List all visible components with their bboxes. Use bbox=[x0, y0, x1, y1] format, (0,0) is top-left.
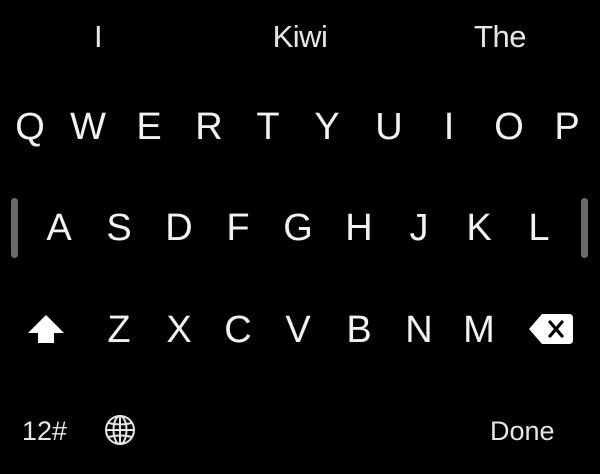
delete-key[interactable] bbox=[527, 312, 575, 346]
key-q[interactable]: Q bbox=[1, 97, 59, 157]
key-j[interactable]: J bbox=[390, 198, 448, 258]
key-x[interactable]: X bbox=[150, 300, 208, 360]
suggestion-3[interactable]: The bbox=[450, 16, 550, 58]
key-o[interactable]: O bbox=[480, 97, 538, 157]
key-v[interactable]: V bbox=[269, 300, 327, 360]
key-a[interactable]: A bbox=[30, 198, 88, 258]
key-p[interactable]: P bbox=[538, 97, 596, 157]
done-key[interactable]: Done bbox=[490, 411, 555, 451]
globe-icon bbox=[105, 415, 135, 445]
key-w[interactable]: W bbox=[59, 97, 117, 157]
suggestion-2[interactable]: Kiwi bbox=[250, 16, 350, 58]
left-scroll-indicator[interactable] bbox=[11, 198, 18, 258]
key-y[interactable]: Y bbox=[298, 97, 356, 157]
key-k[interactable]: K bbox=[450, 198, 508, 258]
key-b[interactable]: B bbox=[330, 300, 388, 360]
key-t[interactable]: T bbox=[239, 97, 297, 157]
key-u[interactable]: U bbox=[360, 97, 418, 157]
shift-arrow-icon bbox=[28, 315, 64, 343]
key-i[interactable]: I bbox=[420, 97, 478, 157]
suggestion-1[interactable]: I bbox=[68, 16, 128, 58]
key-e[interactable]: E bbox=[120, 97, 178, 157]
delete-backspace-icon bbox=[529, 314, 573, 344]
key-h[interactable]: H bbox=[330, 198, 388, 258]
key-g[interactable]: G bbox=[269, 198, 327, 258]
key-l[interactable]: L bbox=[510, 198, 568, 258]
key-n[interactable]: N bbox=[390, 300, 448, 360]
numbers-key[interactable]: 12# bbox=[22, 411, 67, 451]
key-s[interactable]: S bbox=[90, 198, 148, 258]
key-m[interactable]: M bbox=[450, 300, 508, 360]
key-z[interactable]: Z bbox=[90, 300, 148, 360]
key-d[interactable]: D bbox=[150, 198, 208, 258]
shift-key[interactable] bbox=[22, 306, 70, 354]
globe-key[interactable] bbox=[103, 413, 137, 447]
key-f[interactable]: F bbox=[209, 198, 267, 258]
key-c[interactable]: C bbox=[209, 300, 267, 360]
right-scroll-indicator[interactable] bbox=[581, 198, 588, 258]
key-r[interactable]: R bbox=[180, 97, 238, 157]
